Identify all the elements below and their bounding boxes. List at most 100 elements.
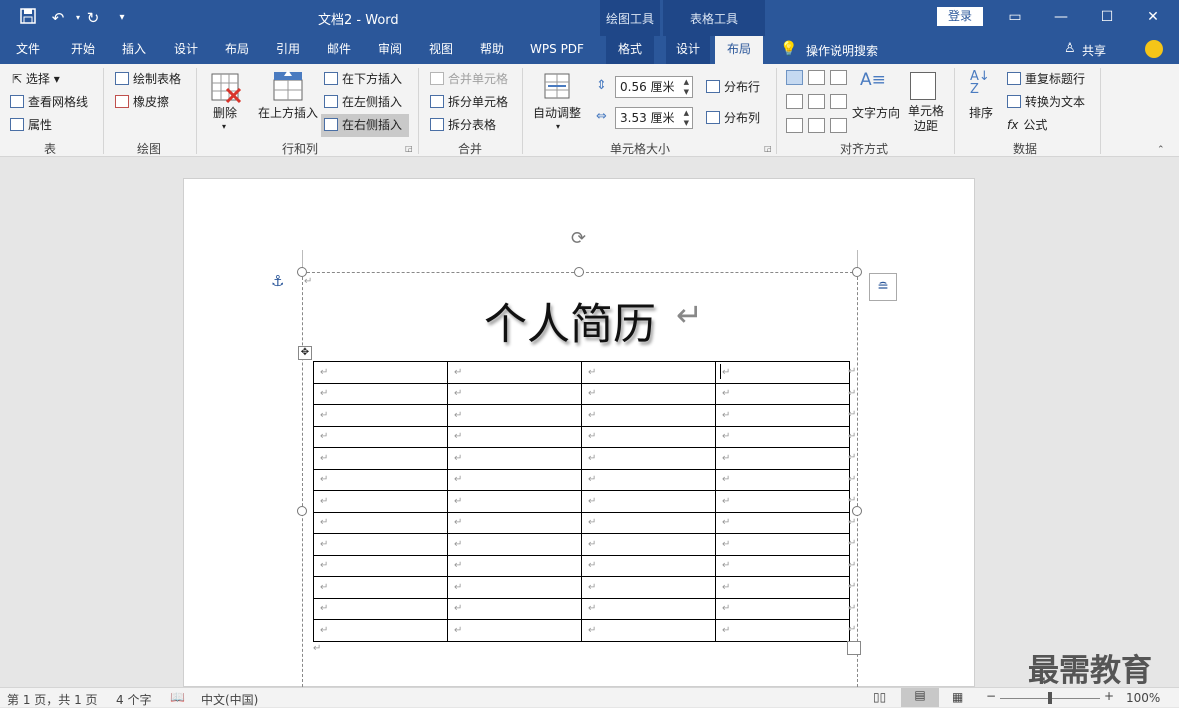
table-cell[interactable]: ↵	[581, 468, 716, 491]
tab-design[interactable]: 设计	[164, 36, 208, 64]
dialog-launcher-icon[interactable]: ◲	[764, 144, 772, 153]
table-cell[interactable]: ↵	[581, 619, 716, 642]
table-cell[interactable]: ↵	[313, 597, 448, 620]
properties-button[interactable]: 属性	[10, 116, 52, 134]
table-resize-handle[interactable]	[847, 641, 861, 655]
resume-table[interactable]: ↵ ↵ ↵ ↵ ↵ ↵ ↵ ↵ ↵ ↵ ↵ ↵ ↵ ↵ ↵ ↵ ↵ ↵ ↵ ↵ ↵ ↵ ↵ ↵ ↵ ↵ ↵ ↵ ↵ ↵ ↵ ↵ ↵ ↵ ↵ ↵ ↵ ↵ ↵ ↵…	[313, 361, 850, 642]
table-cell[interactable]: ↵	[715, 576, 850, 599]
collapse-ribbon-icon[interactable]: ⌃	[1157, 145, 1165, 155]
align-middle-left-icon[interactable]	[786, 94, 803, 109]
align-bottom-center-icon[interactable]	[808, 118, 825, 133]
merge-cells-button[interactable]: 合并单元格	[430, 70, 508, 88]
resize-handle[interactable]	[852, 267, 862, 277]
table-cell[interactable]: ↵	[313, 447, 448, 470]
align-top-right-icon[interactable]	[830, 70, 847, 85]
align-middle-right-icon[interactable]	[830, 94, 847, 109]
customize-qat-icon[interactable]: ▾	[112, 8, 132, 28]
rotate-handle-icon[interactable]: ⟳	[571, 228, 586, 249]
table-cell[interactable]: ↵	[447, 554, 582, 577]
table-cell[interactable]: ↵	[581, 404, 716, 427]
language-indicator[interactable]: 中文(中国)	[201, 691, 258, 708]
zoom-out-icon[interactable]: −	[986, 689, 996, 703]
table-cell[interactable]: ↵	[715, 468, 850, 491]
share-button[interactable]: 共享	[1082, 42, 1106, 59]
sort-button[interactable]: 排序	[969, 104, 993, 122]
delete-table-icon[interactable]	[210, 72, 242, 104]
zoom-slider-thumb[interactable]	[1048, 692, 1052, 704]
column-width-input[interactable]: 3.53 厘米 ▲ ▼	[615, 107, 693, 129]
tab-format[interactable]: 格式	[606, 36, 654, 64]
tab-wps-pdf[interactable]: WPS PDF	[522, 36, 592, 64]
align-bottom-left-icon[interactable]	[786, 118, 803, 133]
table-cell[interactable]: ↵	[715, 533, 850, 556]
table-cell[interactable]: ↵	[715, 619, 850, 642]
cell-margins-button[interactable]: 单元格边距	[906, 104, 946, 134]
tab-home[interactable]: 开始	[61, 36, 105, 64]
align-bottom-right-icon[interactable]	[830, 118, 847, 133]
table-cell[interactable]: ↵	[581, 533, 716, 556]
table-cell[interactable]: ↵	[715, 404, 850, 427]
ribbon-display-icon[interactable]: ▭	[1003, 6, 1027, 28]
layout-options-icon[interactable]: ≘	[869, 273, 897, 301]
tab-review[interactable]: 审阅	[368, 36, 412, 64]
table-cell[interactable]: ↵	[715, 554, 850, 577]
table-cell[interactable]: ↵	[313, 576, 448, 599]
spinner-arrows-icon[interactable]: ▲ ▼	[684, 77, 689, 97]
table-cell[interactable]: ↵	[313, 554, 448, 577]
smiley-feedback-icon[interactable]	[1145, 40, 1163, 58]
table-cell[interactable]: ↵	[313, 361, 448, 384]
cell-margins-icon[interactable]	[910, 72, 936, 100]
page-count[interactable]: 第 1 页，共 1 页	[7, 691, 98, 708]
table-cell[interactable]: ↵	[715, 597, 850, 620]
view-gridlines-button[interactable]: 查看网格线	[10, 93, 88, 111]
web-layout-icon[interactable]: ▦	[952, 690, 963, 704]
read-mode-icon[interactable]: ▯▯	[873, 690, 886, 704]
table-cell[interactable]: ↵	[447, 533, 582, 556]
table-cell[interactable]: ↵	[715, 511, 850, 534]
resume-heading[interactable]: 个人简历	[484, 290, 656, 352]
draw-table-button[interactable]: 绘制表格	[115, 70, 181, 88]
eraser-button[interactable]: 橡皮擦	[115, 93, 169, 111]
tab-references[interactable]: 引用	[266, 36, 310, 64]
split-cells-button[interactable]: 拆分单元格	[430, 93, 508, 111]
table-cell[interactable]: ↵	[715, 382, 850, 405]
tab-layout[interactable]: 布局	[215, 36, 259, 64]
tab-insert[interactable]: 插入	[112, 36, 156, 64]
table-cell[interactable]: ↵	[313, 490, 448, 513]
table-cell[interactable]: ↵	[581, 447, 716, 470]
split-table-button[interactable]: 拆分表格	[430, 116, 496, 134]
convert-to-text-button[interactable]: 转换为文本	[1007, 93, 1085, 111]
table-cell[interactable]: ↵	[715, 425, 850, 448]
table-cell[interactable]: ↵	[313, 533, 448, 556]
distribute-rows-button[interactable]: 分布行	[706, 78, 760, 96]
insert-left-button[interactable]: 在左侧插入	[324, 93, 402, 111]
table-cell[interactable]: ↵	[313, 468, 448, 491]
save-icon[interactable]	[18, 8, 38, 28]
table-cell[interactable]: ↵	[581, 382, 716, 405]
insert-below-button[interactable]: 在下方插入	[324, 70, 402, 88]
table-move-handle-icon[interactable]: ✥	[298, 346, 312, 360]
table-cell[interactable]: ↵	[447, 619, 582, 642]
delete-dropdown-icon[interactable]: ▾	[222, 118, 226, 136]
print-layout-icon[interactable]: ▤	[901, 688, 939, 707]
autofit-dropdown-icon[interactable]: ▾	[556, 118, 560, 136]
repeat-header-button[interactable]: 重复标题行	[1007, 70, 1085, 88]
row-height-input[interactable]: 0.56 厘米 ▲ ▼	[615, 76, 693, 98]
table-cell[interactable]: ↵	[447, 468, 582, 491]
table-cell[interactable]: ↵	[581, 554, 716, 577]
align-top-center-icon[interactable]	[808, 70, 825, 85]
word-count[interactable]: 4 个字	[116, 691, 151, 708]
table-cell[interactable]: ↵	[715, 490, 850, 513]
table-cell[interactable]: ↵	[447, 576, 582, 599]
resize-handle[interactable]	[852, 506, 862, 516]
table-cell[interactable]: ↵	[447, 361, 582, 384]
table-cell[interactable]: ↵	[447, 490, 582, 513]
text-direction-button[interactable]: 文字方向	[852, 104, 900, 122]
undo-icon[interactable]: ↶	[48, 8, 68, 28]
table-cell[interactable]: ↵	[715, 447, 850, 470]
login-button[interactable]: 登录	[937, 7, 983, 26]
table-cell[interactable]: ↵	[313, 619, 448, 642]
zoom-level[interactable]: 100%	[1126, 691, 1160, 705]
redo-icon[interactable]: ↻	[83, 8, 103, 28]
table-cell[interactable]: ↵	[715, 361, 850, 384]
